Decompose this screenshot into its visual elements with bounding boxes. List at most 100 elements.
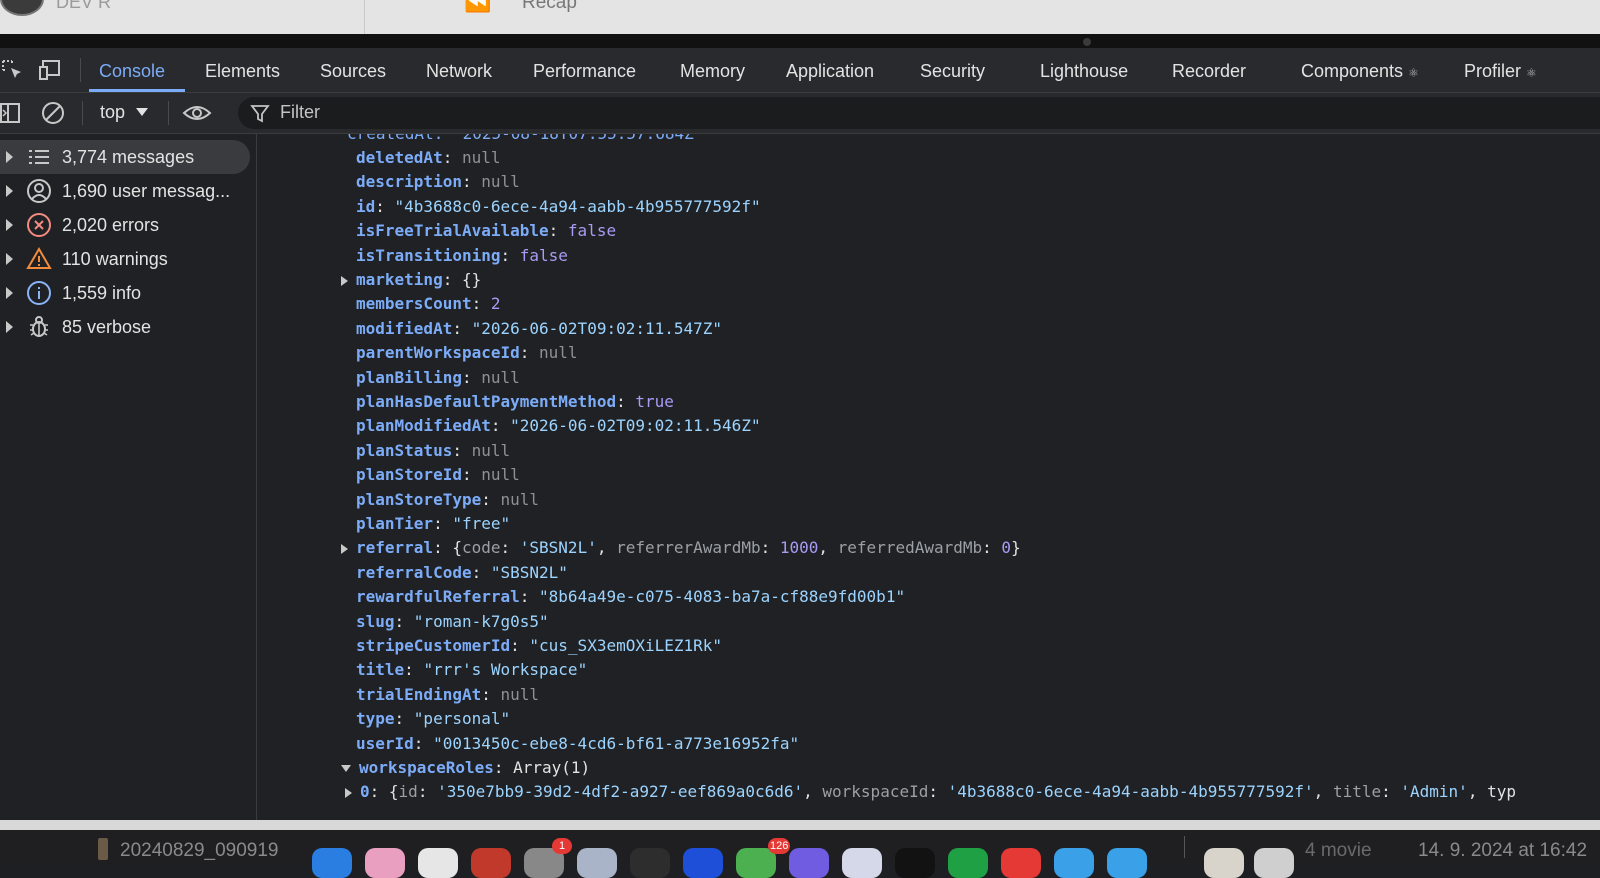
sidebar-toggle-icon[interactable] — [0, 100, 24, 126]
expand-arrow-icon[interactable] — [6, 287, 13, 299]
resize-handle-bar[interactable] — [0, 34, 1600, 48]
property-value: "0013450c-ebe8-4cd6-bf61-a773e16952fa" — [433, 733, 800, 753]
sidebar-item-verbose[interactable]: 85 verbose — [0, 310, 250, 344]
property-line: isFreeTrialAvailable: false — [356, 221, 617, 241]
chevron-down-icon[interactable] — [136, 108, 148, 116]
expand-arrow-icon[interactable] — [345, 787, 352, 798]
property-line: description: null — [356, 172, 520, 192]
tab-lighthouse[interactable]: Lighthouse — [1040, 61, 1128, 82]
error-icon — [27, 213, 51, 237]
collapse-arrow-icon[interactable] — [341, 765, 351, 772]
property-line[interactable]: referral: {code: 'SBSN2L', referrerAward… — [341, 536, 1021, 560]
divider — [364, 0, 365, 34]
tab-sources[interactable]: Sources — [320, 61, 386, 82]
tab-profiler[interactable]: Profiler ⚛ — [1464, 61, 1537, 82]
property-line: referralCode: "SBSN2L" — [356, 562, 568, 582]
expand-arrow-icon[interactable] — [6, 151, 13, 163]
property-value: "SBSN2L" — [490, 562, 568, 582]
react-icon: ⚛ — [1526, 66, 1537, 80]
app-icon[interactable] — [471, 848, 511, 878]
tab-application[interactable]: Application — [786, 61, 874, 82]
tab-security[interactable]: Security — [920, 61, 985, 82]
expand-arrow-icon[interactable] — [6, 321, 13, 333]
expand-arrow-icon[interactable] — [6, 185, 13, 197]
recap-label[interactable]: Recap — [522, 0, 577, 14]
avatar[interactable] — [0, 0, 44, 16]
sidebar-item-warnings[interactable]: 110 warnings — [0, 242, 250, 276]
info-icon — [27, 281, 51, 305]
property-key: id — [356, 196, 376, 216]
property-key: stripeCustomerId — [356, 636, 511, 655]
property-line[interactable]: workspaceRoles: Array(1) — [341, 756, 590, 780]
app-icon[interactable] — [842, 848, 882, 878]
resize-handle-icon[interactable] — [1083, 38, 1091, 46]
property-line: planHasDefaultPaymentMethod: true — [356, 392, 674, 411]
property-value: false — [567, 221, 617, 241]
sidebar-item-messages[interactable]: 3,774 messages — [0, 140, 250, 174]
property-line[interactable]: marketing: {} — [341, 268, 481, 292]
property-value: null — [539, 343, 578, 363]
terminal-icon[interactable] — [630, 848, 670, 878]
app-icon[interactable] — [895, 848, 935, 878]
app-icon[interactable] — [577, 848, 617, 878]
tab-elements[interactable]: Elements — [205, 61, 280, 82]
tabbar-separator — [80, 58, 81, 82]
property-value: true — [635, 392, 674, 411]
browser-page-strip: DEV R ⏪ Recap — [0, 0, 1600, 34]
movie-label[interactable]: 4 movie — [1305, 840, 1372, 862]
clear-console-icon[interactable] — [40, 100, 66, 126]
property-line: membersCount: 2 — [356, 294, 501, 314]
tab-components-label: Components — [1301, 61, 1404, 81]
property-line: planStatus: null — [356, 440, 511, 460]
sidebar-item-errors[interactable]: 2,020 errors — [0, 208, 250, 242]
app-icon[interactable] — [1107, 848, 1147, 878]
folder-icon[interactable] — [1204, 848, 1244, 878]
property-value: null — [500, 489, 540, 509]
bug-icon — [30, 316, 48, 337]
property-key: rewardfulReferral — [356, 587, 520, 607]
context-selector[interactable]: top — [100, 102, 125, 123]
app-icon[interactable] — [1001, 848, 1041, 878]
app-icon[interactable] — [683, 848, 723, 878]
property-line[interactable]: 0: {id: '350e7bb9-39d2-4df2-a927-eef869a… — [345, 780, 1516, 804]
eye-icon[interactable] — [182, 100, 212, 126]
tab-performance[interactable]: Performance — [533, 61, 636, 82]
property-line: deletedAt: null — [356, 148, 501, 167]
device-toolbar-icon[interactable] — [38, 57, 64, 83]
filter-placeholder: Filter — [280, 102, 320, 122]
property-value: "roman-k7g0s5" — [413, 611, 549, 631]
messages-icon[interactable] — [736, 848, 776, 878]
expand-arrow-icon[interactable] — [6, 219, 13, 231]
property-key: slug — [356, 611, 395, 631]
finder-icon[interactable] — [312, 848, 352, 878]
expand-arrow-icon[interactable] — [341, 543, 348, 554]
file-label[interactable]: 20240829_090919 — [120, 840, 279, 862]
toolbar-separator — [82, 101, 83, 125]
tab-components[interactable]: Components ⚛ — [1301, 61, 1419, 82]
filter-input[interactable] — [238, 97, 1600, 129]
property-value: "2026-06-02T09:02:11.546Z" — [510, 416, 761, 436]
sidebar-item-info[interactable]: 1,559 info — [0, 276, 250, 310]
app-icon[interactable] — [1054, 848, 1094, 878]
property-value: Array(1) — [513, 758, 591, 777]
app-icon[interactable] — [789, 848, 829, 878]
tab-memory[interactable]: Memory — [680, 61, 745, 82]
property-key: planStatus — [356, 440, 453, 460]
tab-recorder[interactable]: Recorder — [1172, 61, 1246, 82]
trash-icon[interactable] — [1254, 848, 1294, 878]
chrome-icon[interactable] — [418, 848, 458, 878]
property-value: "cus_SX3emOXiLEZ1Rk" — [529, 636, 723, 655]
expand-arrow-icon[interactable] — [341, 275, 348, 286]
tab-console[interactable]: Console — [99, 61, 165, 82]
property-value: {code: 'SBSN2L', referrerAwardMb: 1000, … — [452, 538, 1021, 558]
app-icon[interactable] — [365, 848, 405, 878]
inspect-element-icon[interactable] — [0, 57, 26, 83]
rewind-icon[interactable]: ⏪ — [464, 0, 491, 14]
tab-network[interactable]: Network — [426, 61, 492, 82]
app-icon[interactable] — [948, 848, 988, 878]
property-line: parentWorkspaceId: null — [356, 343, 578, 363]
sidebar-item-user-messages[interactable]: 1,690 user messag... — [0, 174, 250, 208]
react-icon: ⚛ — [1408, 66, 1419, 80]
expand-arrow-icon[interactable] — [6, 253, 13, 265]
property-line: planStoreType: null — [356, 489, 540, 509]
